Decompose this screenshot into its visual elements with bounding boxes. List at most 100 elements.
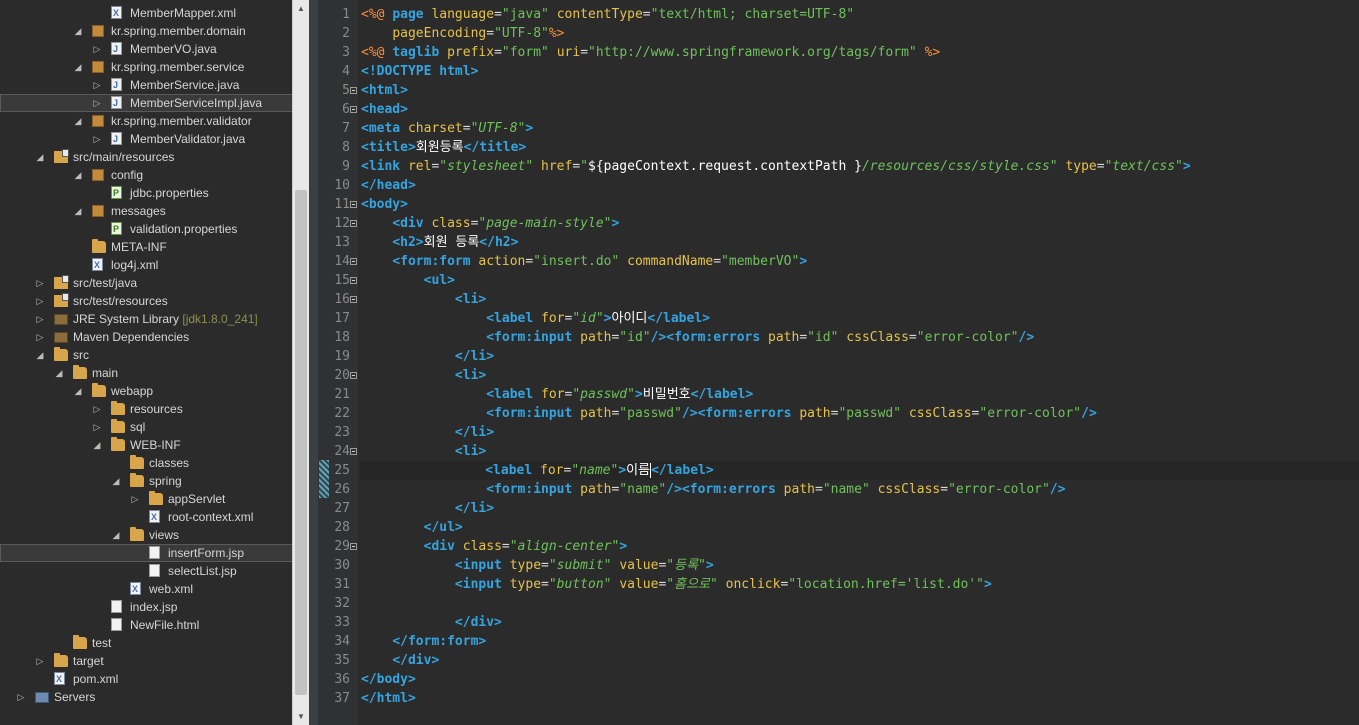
- fold-toggle-icon[interactable]: [350, 201, 357, 208]
- tree-item[interactable]: ▷ target: [0, 652, 293, 670]
- collapsed-arrow-icon[interactable]: ▷: [35, 328, 45, 346]
- tree-item[interactable]: ◢ src/main/resources: [0, 148, 293, 166]
- pane-divider[interactable]: [309, 0, 318, 725]
- tree-item[interactable]: jdbc.properties: [0, 184, 293, 202]
- current-code-line[interactable]: <label for="name">이름</label>: [360, 461, 1359, 480]
- collapsed-arrow-icon[interactable]: ▷: [35, 274, 45, 292]
- expanded-arrow-icon[interactable]: ◢: [111, 526, 121, 544]
- tree-item[interactable]: root-context.xml: [0, 508, 293, 526]
- collapsed-arrow-icon[interactable]: ▷: [35, 292, 45, 310]
- tree-item[interactable]: index.jsp: [0, 598, 293, 616]
- code-line[interactable]: <meta charset="UTF-8">: [361, 119, 533, 138]
- tree-item[interactable]: ▷ src/test/java: [0, 274, 293, 292]
- tree-item[interactable]: pom.xml: [0, 670, 293, 688]
- expanded-arrow-icon[interactable]: ◢: [73, 166, 83, 184]
- tree-item[interactable]: ▷ MemberVO.java: [0, 40, 293, 58]
- tree-item[interactable]: selectList.jsp: [0, 562, 293, 580]
- tree-item[interactable]: ▷ src/test/resources: [0, 292, 293, 310]
- expanded-arrow-icon[interactable]: ◢: [73, 382, 83, 400]
- tree-item[interactable]: ▷ MemberValidator.java: [0, 130, 293, 148]
- tree-item[interactable]: ◢ webapp: [0, 382, 293, 400]
- expanded-arrow-icon[interactable]: ◢: [111, 472, 121, 490]
- tree-item[interactable]: classes: [0, 454, 293, 472]
- code-line[interactable]: </ul>: [361, 518, 463, 537]
- collapsed-arrow-icon[interactable]: ▷: [92, 76, 102, 94]
- fold-toggle-icon[interactable]: [350, 87, 357, 94]
- tree-item[interactable]: ▷ MemberServiceImpl.java: [0, 94, 293, 112]
- tree-item[interactable]: ▷ MemberService.java: [0, 76, 293, 94]
- expanded-arrow-icon[interactable]: ◢: [73, 112, 83, 130]
- collapsed-arrow-icon[interactable]: ▷: [130, 490, 140, 508]
- code-line[interactable]: <link rel="stylesheet" href="${pageConte…: [361, 157, 1191, 176]
- collapsed-arrow-icon[interactable]: ▷: [92, 40, 102, 58]
- code-line[interactable]: </form:form>: [361, 632, 486, 651]
- code-line[interactable]: </html>: [361, 689, 416, 708]
- tree-item[interactable]: ◢ views: [0, 526, 293, 544]
- expanded-arrow-icon[interactable]: ◢: [54, 364, 64, 382]
- tree-item[interactable]: ▷ resources: [0, 400, 293, 418]
- code-line[interactable]: <label for="passwd">비밀번호</label>: [361, 385, 753, 404]
- fold-toggle-icon[interactable]: [350, 220, 357, 227]
- code-line[interactable]: <div class="page-main-style">: [361, 214, 619, 233]
- expanded-arrow-icon[interactable]: ◢: [73, 58, 83, 76]
- tree-item[interactable]: ◢ src: [0, 346, 293, 364]
- expanded-arrow-icon[interactable]: ◢: [35, 148, 45, 166]
- code-editor[interactable]: 1 2 3 4 5 6 7 8 9 10 11 12 13 14 15 16 17 18 19 20 21 22 23 24 2…: [318, 0, 1359, 725]
- code-line[interactable]: pageEncoding="UTF-8"%>: [361, 24, 564, 43]
- code-line[interactable]: </li>: [361, 423, 494, 442]
- fold-toggle-icon[interactable]: [350, 372, 357, 379]
- tree-item[interactable]: ◢ kr.spring.member.validator: [0, 112, 293, 130]
- collapsed-arrow-icon[interactable]: ▷: [92, 94, 102, 112]
- code-line[interactable]: </li>: [361, 499, 494, 518]
- fold-toggle-icon[interactable]: [350, 543, 357, 550]
- code-line[interactable]: <li>: [361, 442, 486, 461]
- collapsed-arrow-icon[interactable]: ▷: [92, 400, 102, 418]
- collapsed-arrow-icon[interactable]: ▷: [35, 310, 45, 328]
- fold-toggle-icon[interactable]: [350, 448, 357, 455]
- tree-item[interactable]: ◢ kr.spring.member.service: [0, 58, 293, 76]
- expanded-arrow-icon[interactable]: ◢: [73, 22, 83, 40]
- code-line[interactable]: </head>: [361, 176, 416, 195]
- tree-item[interactable]: ◢ messages: [0, 202, 293, 220]
- code-line[interactable]: <title>회원등록</title>: [361, 138, 526, 157]
- fold-toggle-icon[interactable]: [350, 106, 357, 113]
- collapsed-arrow-icon[interactable]: ▷: [35, 652, 45, 670]
- tree-item[interactable]: ◢ WEB-INF: [0, 436, 293, 454]
- scrollbar-thumb[interactable]: [295, 190, 307, 695]
- tree-item[interactable]: test: [0, 634, 293, 652]
- code-line[interactable]: </div>: [361, 651, 439, 670]
- code-line[interactable]: </div>: [361, 613, 502, 632]
- tree-item[interactable]: validation.properties: [0, 220, 293, 238]
- tree-item[interactable]: ◢ main: [0, 364, 293, 382]
- fold-toggle-icon[interactable]: [350, 258, 357, 265]
- scroll-up-button[interactable]: ▲: [293, 0, 309, 17]
- code-line[interactable]: <h2>회원 등록</h2>: [361, 233, 518, 252]
- tree-item[interactable]: ◢ spring: [0, 472, 293, 490]
- tree-item[interactable]: web.xml: [0, 580, 293, 598]
- code-line[interactable]: <li>: [361, 366, 486, 385]
- code-line[interactable]: <form:input path="id"/><form:errors path…: [361, 328, 1034, 347]
- expanded-arrow-icon[interactable]: ◢: [92, 436, 102, 454]
- code-line[interactable]: <html>: [361, 81, 408, 100]
- tree-item[interactable]: ▷ Servers: [0, 688, 293, 706]
- code-line[interactable]: <li>: [361, 290, 486, 309]
- code-line[interactable]: <input type="button" value="홈으로" onclick…: [361, 575, 992, 594]
- code-line[interactable]: <form:form action = "insert.do" commandNam…: [361, 252, 807, 271]
- tree-item[interactable]: ▷ JRE System Library [jdk1.8.0_241]: [0, 310, 293, 328]
- tree-item[interactable]: ▷ Maven Dependencies: [0, 328, 293, 346]
- fold-toggle-icon[interactable]: [350, 296, 357, 303]
- code-line[interactable]: <!DOCTYPE html>: [361, 62, 478, 81]
- tree-item[interactable]: MemberMapper.xml: [0, 4, 293, 22]
- code-line[interactable]: <form:input path="passwd"/><form:errors …: [361, 404, 1097, 423]
- tree-item[interactable]: META-INF: [0, 238, 293, 256]
- code-line[interactable]: </li>: [361, 347, 494, 366]
- collapsed-arrow-icon[interactable]: ▷: [92, 418, 102, 436]
- code-line[interactable]: <%@ page language="java" contentType="te…: [361, 5, 854, 24]
- tree-item[interactable]: log4j.xml: [0, 256, 293, 274]
- code-line[interactable]: <head>: [361, 100, 408, 119]
- code-line[interactable]: <input type="submit" value="등록">: [361, 556, 714, 575]
- expanded-arrow-icon[interactable]: ◢: [73, 202, 83, 220]
- scroll-down-button[interactable]: ▼: [293, 708, 309, 725]
- code-line[interactable]: <%@ taglib prefix="form" uri="http://www…: [361, 43, 940, 62]
- tree-item[interactable]: ▷ sql: [0, 418, 293, 436]
